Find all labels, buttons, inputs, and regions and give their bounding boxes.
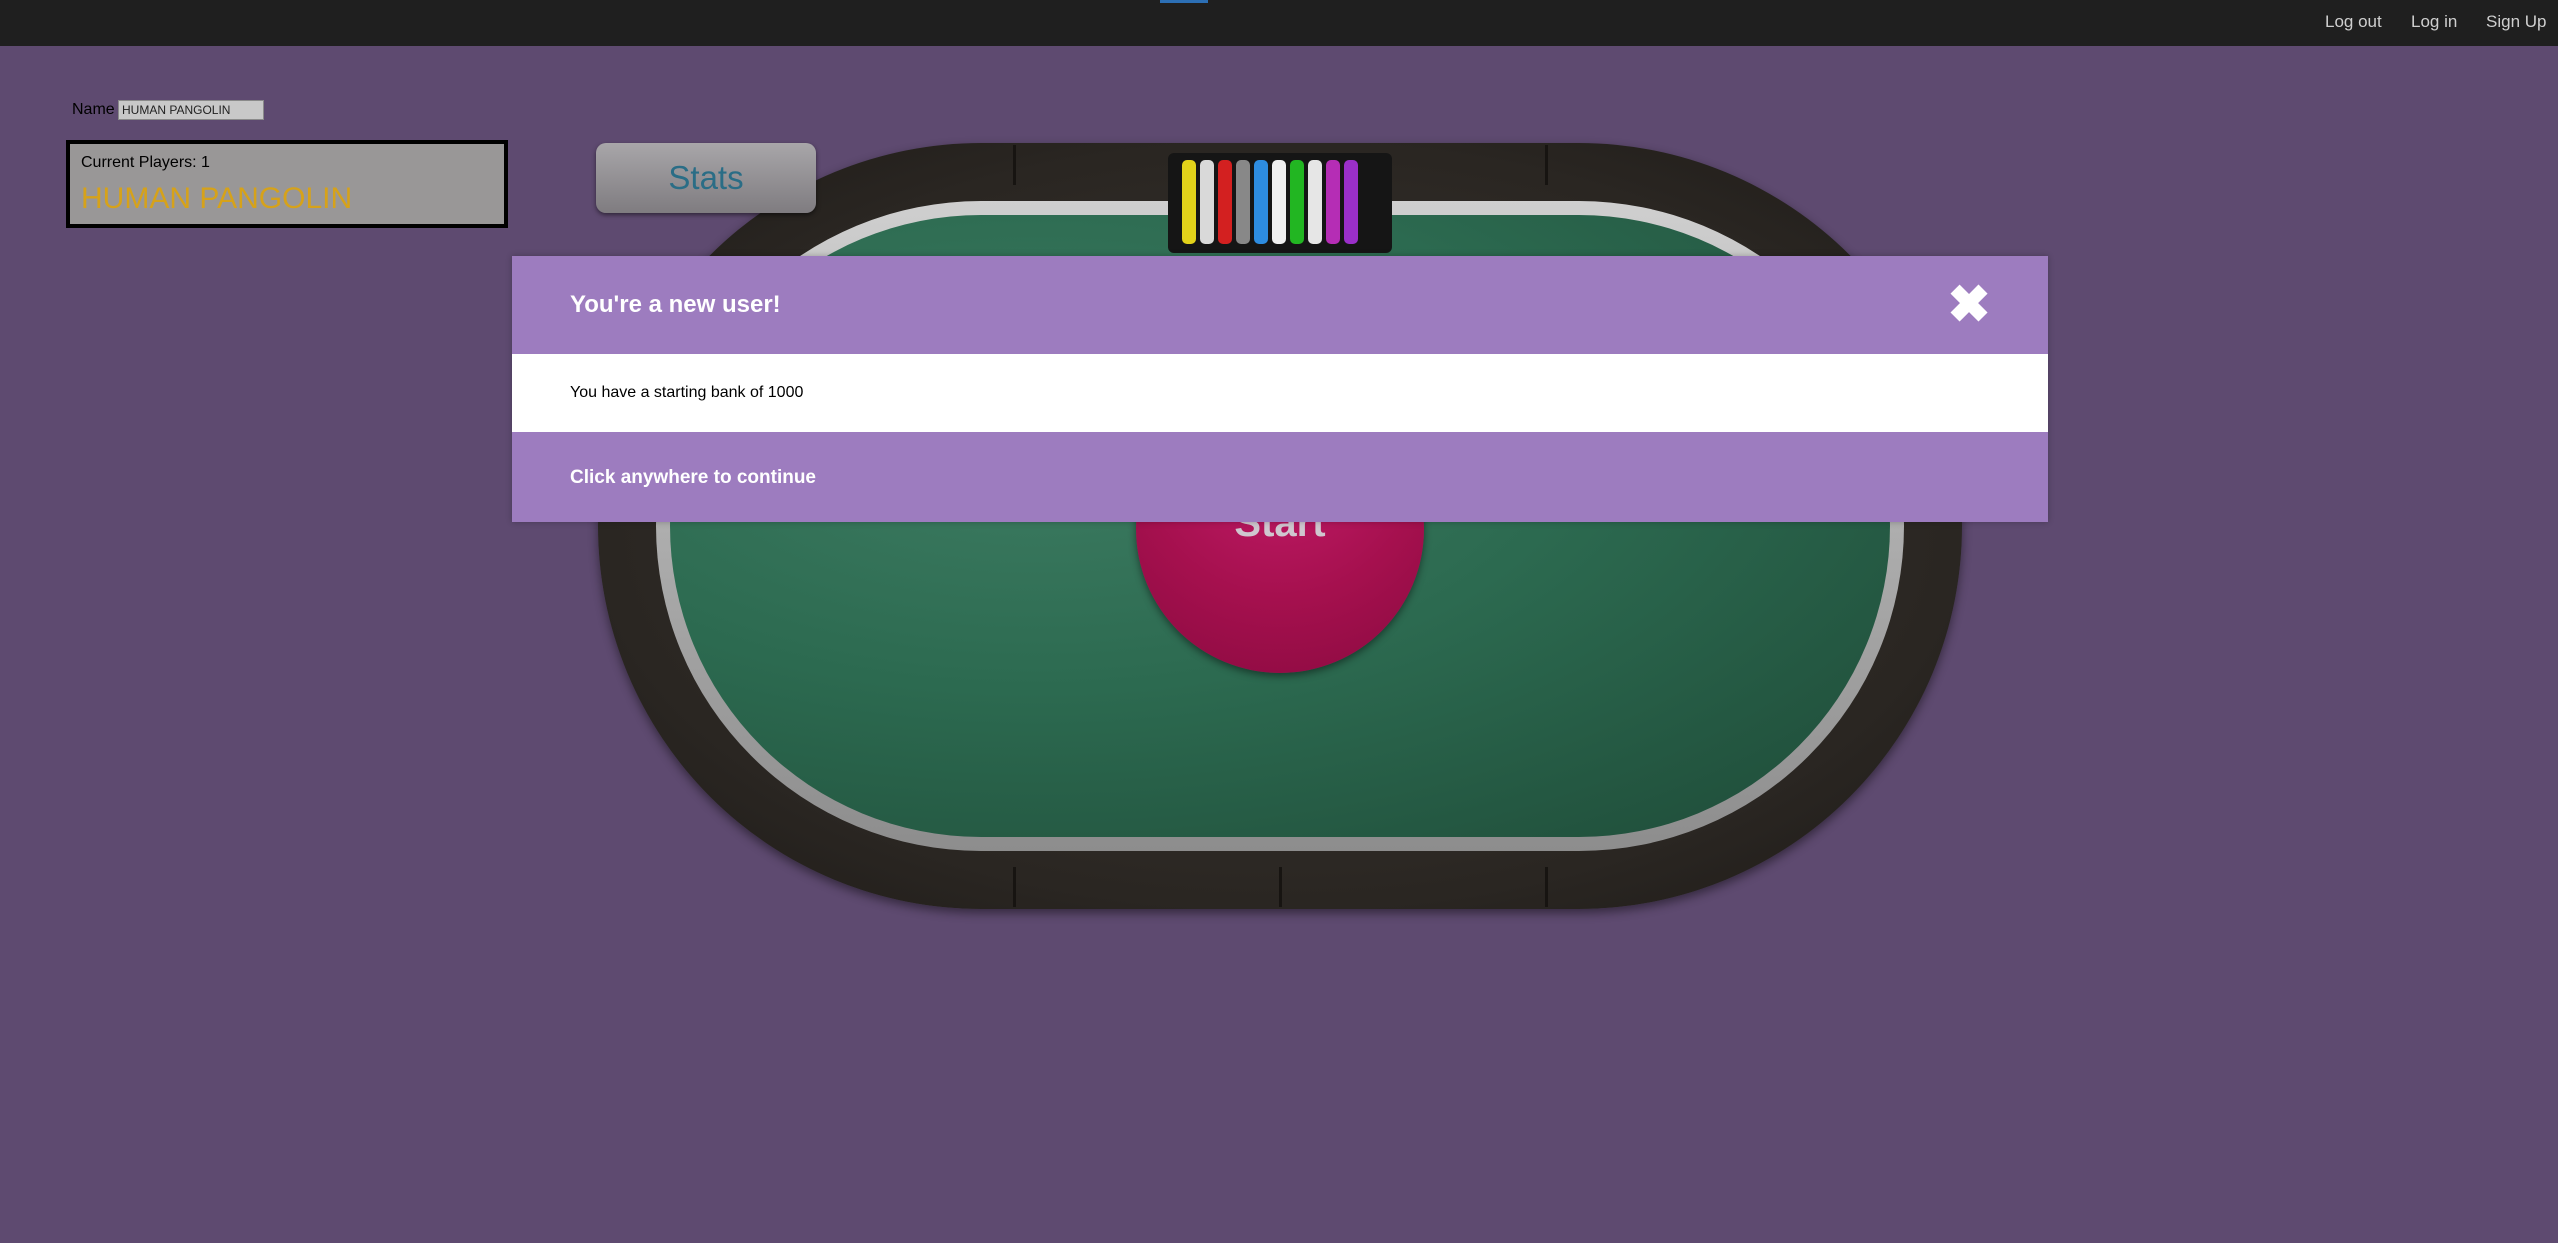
- chip-stack: [1200, 160, 1214, 244]
- chip-stack: [1308, 160, 1322, 244]
- chip-stack: [1326, 160, 1340, 244]
- modal-body-text: You have a starting bank of 1000: [570, 384, 804, 401]
- new-user-modal[interactable]: You're a new user! ✖ You have a starting…: [512, 256, 2048, 522]
- modal-body: You have a starting bank of 1000: [512, 354, 2048, 432]
- rim-seam: [1279, 867, 1282, 907]
- players-panel: Current Players: 1 HUMAN PANGOLIN: [66, 140, 508, 228]
- rim-seam: [1545, 867, 1548, 907]
- players-count: Current Players: 1: [81, 154, 210, 171]
- top-nav-bar: Log out Log in Sign Up: [0, 0, 2558, 46]
- chip-stack: [1236, 160, 1250, 244]
- chip-rack: [1168, 153, 1392, 253]
- chip-stack: [1218, 160, 1232, 244]
- nav-indicator: [1160, 0, 1208, 3]
- modal-footer[interactable]: Click anywhere to continue: [512, 432, 2048, 522]
- chip-stack: [1344, 160, 1358, 244]
- modal-footer-text: Click anywhere to continue: [570, 467, 816, 488]
- rim-seam: [1545, 145, 1548, 185]
- rim-seam: [1013, 145, 1016, 185]
- logout-link[interactable]: Log out: [2325, 12, 2382, 32]
- chip-stack: [1290, 160, 1304, 244]
- chip-stack: [1254, 160, 1268, 244]
- chip-stack: [1182, 160, 1196, 244]
- stats-button[interactable]: Stats: [596, 143, 816, 213]
- name-label: Name: [72, 101, 115, 118]
- name-input[interactable]: [118, 100, 264, 120]
- modal-header: You're a new user! ✖: [512, 256, 2048, 354]
- modal-title: You're a new user!: [570, 291, 781, 318]
- player-name: HUMAN PANGOLIN: [81, 182, 353, 215]
- signup-link[interactable]: Sign Up: [2486, 12, 2546, 32]
- rim-seam: [1013, 867, 1016, 907]
- chip-stack: [1272, 160, 1286, 244]
- close-icon[interactable]: ✖: [1944, 279, 1994, 331]
- login-link[interactable]: Log in: [2411, 12, 2457, 32]
